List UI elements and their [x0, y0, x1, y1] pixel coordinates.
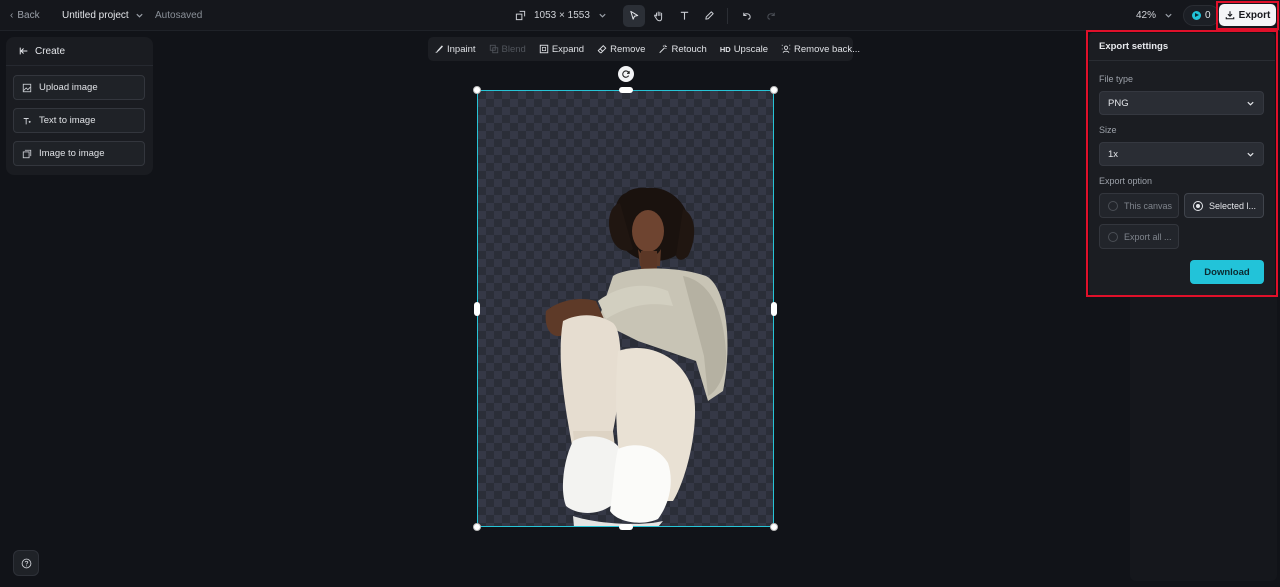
chevron-down-icon	[136, 13, 143, 18]
export-button-highlight	[1216, 1, 1279, 30]
text-tool[interactable]	[673, 5, 695, 27]
resize-handle-top-right[interactable]	[770, 86, 778, 94]
text-to-image-label: Text to image	[39, 115, 96, 126]
remove-label: Remove	[610, 43, 646, 55]
resize-handle-top[interactable]	[619, 87, 633, 93]
upscale-button[interactable]: HD Upscale	[720, 44, 768, 55]
expand-button[interactable]: Expand	[539, 44, 584, 55]
help-button[interactable]	[13, 550, 39, 576]
inpaint-label: Inpaint	[447, 43, 476, 55]
eraser-icon	[597, 45, 607, 54]
resize-handle-bottom[interactable]	[619, 524, 633, 530]
resize-handle-bottom-left[interactable]	[473, 523, 481, 531]
hand-icon	[654, 11, 663, 21]
pen-icon	[704, 11, 714, 20]
text-to-image-button[interactable]: Text to image	[13, 108, 145, 133]
upload-image-icon	[22, 83, 32, 92]
save-status: Autosaved	[155, 10, 203, 21]
select-tool[interactable]	[623, 4, 645, 27]
remove-background-label: Remove back...	[794, 43, 861, 55]
wand-icon	[659, 44, 668, 54]
zoom-level: 42%	[1136, 10, 1157, 21]
help-icon	[21, 558, 31, 568]
rotate-icon	[622, 70, 630, 78]
upload-image-label: Upload image	[39, 82, 98, 93]
canvas-image-layer[interactable]	[477, 90, 774, 527]
text-to-image-icon	[23, 117, 31, 124]
credits-count: 0	[1205, 10, 1211, 21]
remove-button[interactable]: Remove	[597, 44, 645, 55]
retouch-label: Retouch	[671, 43, 707, 55]
person-photo	[545, 187, 728, 526]
blend-icon	[489, 44, 498, 54]
upload-image-button[interactable]: Upload image	[13, 75, 145, 100]
chevron-down-icon	[1165, 13, 1172, 18]
canvas-toolbar: Inpaint Blend Expand Remove Retouch HD U…	[428, 37, 860, 61]
top-bar: ‹ Back Untitled project Autosaved 1053 ×…	[0, 0, 1280, 31]
upscale-label: Upscale	[733, 43, 769, 55]
canvas-size: 1053 × 1553	[534, 10, 590, 21]
inpaint-button[interactable]: Inpaint	[434, 44, 476, 55]
export-panel-highlight	[1086, 30, 1278, 297]
arrow-left-icon	[19, 47, 28, 55]
remove-background-icon	[781, 44, 791, 53]
cursor-icon	[629, 10, 638, 20]
redo-icon	[766, 12, 775, 20]
expand-label: Expand	[551, 43, 585, 55]
remove-background-button[interactable]: Remove back...	[781, 44, 860, 55]
create-panel-title: Create	[35, 45, 66, 57]
zoom-dropdown[interactable]: 42%	[1136, 0, 1173, 31]
image-to-image-label: Image to image	[39, 148, 105, 159]
undo-button[interactable]	[735, 5, 757, 27]
canvas-size-dropdown[interactable]: 1053 × 1553	[515, 0, 607, 31]
resize-handle-top-left[interactable]	[473, 86, 481, 94]
chevron-left-icon: ‹	[10, 10, 14, 21]
hd-icon: HD	[719, 44, 731, 54]
credit-icon	[1192, 11, 1201, 20]
back-label: Back	[17, 10, 40, 21]
resize-handle-bottom-right[interactable]	[770, 523, 778, 531]
credits-badge[interactable]: 0	[1183, 5, 1220, 26]
create-panel-header[interactable]: Create	[6, 37, 153, 66]
tool-group	[623, 0, 782, 31]
undo-icon	[742, 12, 751, 20]
text-icon	[680, 11, 688, 20]
project-name: Untitled project	[62, 10, 129, 21]
resize-handle-right[interactable]	[771, 302, 777, 316]
back-button[interactable]: ‹ Back	[10, 0, 40, 31]
blend-label: Blend	[501, 43, 526, 55]
draw-tool[interactable]	[698, 5, 720, 27]
image-to-image-button[interactable]: Image to image	[13, 141, 145, 166]
chevron-down-icon	[599, 13, 606, 18]
resize-handle-left[interactable]	[474, 302, 480, 316]
expand-icon	[539, 44, 549, 54]
toolbar-divider	[727, 7, 728, 24]
brush-icon	[435, 45, 443, 53]
redo-button[interactable]	[760, 5, 782, 27]
project-name-dropdown[interactable]: Untitled project	[62, 0, 144, 31]
rotate-handle[interactable]	[618, 66, 634, 82]
layers-panel-background	[1130, 296, 1277, 581]
resize-icon	[515, 10, 526, 21]
retouch-button[interactable]: Retouch	[658, 43, 707, 55]
image-to-image-icon	[22, 149, 32, 158]
create-panel: Create Upload image Text to image Image …	[6, 37, 153, 175]
hand-tool[interactable]	[648, 5, 670, 27]
blend-button[interactable]: Blend	[489, 44, 526, 55]
